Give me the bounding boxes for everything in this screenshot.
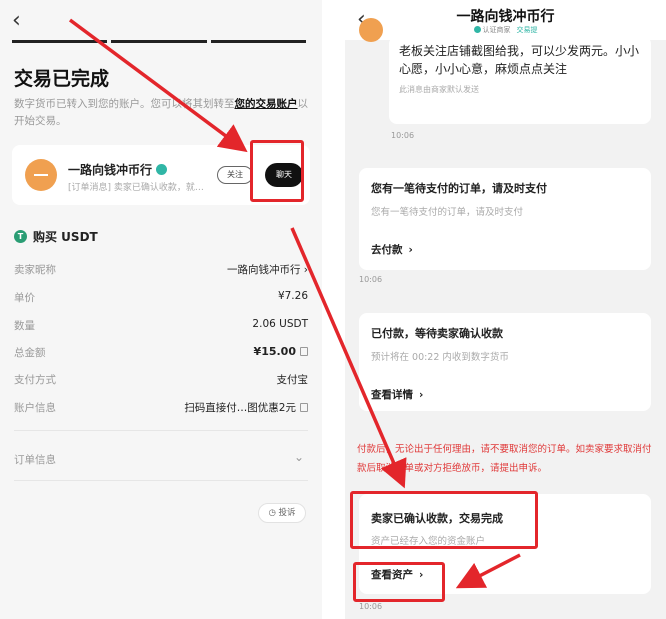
row-label: 账户信息	[14, 402, 56, 414]
payment-warning: 付款后，无论出于任何理由，请不要取消您的订单。如卖家要求取消付款后取消订单或对方…	[357, 444, 652, 474]
verified-icon	[156, 164, 168, 175]
row-total-amount: 总金额 ¥15.00	[14, 345, 308, 363]
deposit-badge: 交易提	[516, 26, 538, 34]
row-value: 扫码直接付…图优惠2元	[184, 400, 308, 415]
order-info-label: 订单信息	[14, 454, 56, 466]
row-quantity: 数量 2.06 USDT	[14, 318, 308, 336]
back-arrow-icon[interactable]: ‹	[12, 10, 21, 32]
paid-waiting-card: 已付款，等待卖家确认收款 预计将在 00:22 内收到数字货币 查看详情 ›	[359, 313, 651, 411]
message-time: 10:06	[359, 275, 383, 284]
row-value: ¥7.26	[277, 290, 308, 302]
row-label: 总金额	[14, 347, 46, 359]
order-info-toggle[interactable]: 订单信息 ⌄	[14, 450, 308, 467]
page-title: 交易已完成	[14, 68, 110, 90]
row-value: 2.06 USDT	[252, 318, 308, 330]
complaint-button[interactable]: ◷ 投诉	[258, 503, 306, 523]
section-title-buy-usdt: T 购买 USDT	[14, 228, 98, 245]
row-label: 支付方式	[14, 374, 56, 386]
row-label: 数量	[14, 320, 35, 332]
pending-payment-card: 您有一笔待支付的订单，请及时支付 您有一笔待支付的订单，请及时支付 去付款 ›	[359, 168, 651, 270]
panel-gap	[322, 0, 345, 619]
merchant-last-message: [订单消息] 卖家已确认收款，就…	[68, 183, 204, 193]
verified-badge: 认证商家	[482, 26, 511, 34]
highlight-confirmed-card	[350, 491, 538, 549]
row-unit-price: 单价 ¥7.26	[14, 290, 308, 308]
merchant-badges: 认证商家 交易提	[345, 25, 666, 35]
page-description: 数字货币已转入到您的账户。您可以将其划转至您的交易账户以开始交易。	[14, 96, 314, 130]
progress-step-3	[210, 40, 306, 43]
usdt-icon: T	[14, 230, 27, 243]
description-text: 数字货币已转入到您的账户。您可以将其划转至	[14, 98, 235, 110]
row-label: 单价	[14, 292, 35, 304]
merchant-avatar[interactable]	[359, 18, 383, 42]
message-text: 老板关注店铺截图给我，可以少发两元。小小心愿，小小心意，麻烦点点关注	[399, 44, 640, 76]
go-pay-link[interactable]: 去付款 ›	[371, 242, 639, 257]
row-payment-method: 支付方式 支付宝	[14, 372, 308, 390]
merchant-name-text: 一路向钱冲币行	[68, 163, 153, 177]
account-info-text: 扫码直接付…图优惠2元	[184, 402, 296, 414]
chat-title: 一路向钱冲币行	[456, 9, 555, 25]
highlight-chat-button	[250, 140, 304, 202]
progress-step-2	[111, 40, 207, 43]
view-details-label: 查看详情	[371, 389, 413, 401]
chevron-right-icon: ›	[408, 244, 413, 256]
row-value: 支付宝	[276, 374, 309, 386]
go-pay-label: 去付款	[371, 244, 403, 256]
copy-icon[interactable]	[300, 403, 308, 412]
row-value: 一路向钱冲币行 ›	[227, 262, 308, 277]
card-subtitle: 您有一笔待支付的订单，请及时支付	[371, 207, 524, 218]
progress-step-1	[12, 40, 108, 43]
divider	[14, 480, 308, 481]
merchant-name: 一路向钱冲币行	[68, 161, 168, 178]
message-time: 10:06	[359, 602, 383, 611]
row-account-info: 账户信息 扫码直接付…图优惠2元	[14, 400, 308, 418]
row-value: ¥15.00	[254, 345, 308, 358]
follow-button[interactable]: 关注	[217, 166, 253, 184]
chevron-right-icon: ›	[419, 389, 424, 401]
trading-account-link[interactable]: 您的交易账户	[235, 98, 298, 110]
verified-icon	[473, 26, 481, 33]
card-title: 已付款，等待卖家确认收款	[371, 327, 503, 340]
merchant-avatar[interactable]	[25, 159, 57, 191]
message-bubble: 老板关注店铺截图给我，可以少发两元。小小心愿，小小心意，麻烦点点关注 此消息由商…	[389, 36, 651, 124]
chevron-down-icon: ⌄	[293, 450, 304, 464]
progress-bar	[12, 40, 306, 43]
message-time: 10:06	[391, 131, 415, 140]
section-title-text: 购买 USDT	[33, 230, 98, 244]
copy-icon[interactable]	[300, 347, 308, 356]
message-note: 此消息由商家默认发送	[399, 85, 479, 94]
order-detail-screen: ‹ 交易已完成 数字货币已转入到您的账户。您可以将其划转至您的交易账户以开始交易…	[0, 0, 322, 619]
row-label: 卖家昵称	[14, 264, 56, 276]
chat-header: ‹ 一路向钱冲币行 认证商家 交易提	[345, 0, 666, 40]
card-subtitle: 预计将在 00:22 内收到数字货币	[371, 352, 509, 363]
total-amount-text: ¥15.00	[253, 345, 296, 358]
highlight-view-assets	[353, 562, 445, 602]
view-details-link[interactable]: 查看详情 ›	[371, 387, 639, 402]
card-title: 您有一笔待支付的订单，请及时支付	[371, 182, 547, 195]
divider	[14, 430, 308, 431]
row-seller-nickname[interactable]: 卖家昵称 一路向钱冲币行 ›	[14, 262, 308, 280]
seller-nickname-text: 一路向钱冲币行 ›	[226, 264, 308, 276]
